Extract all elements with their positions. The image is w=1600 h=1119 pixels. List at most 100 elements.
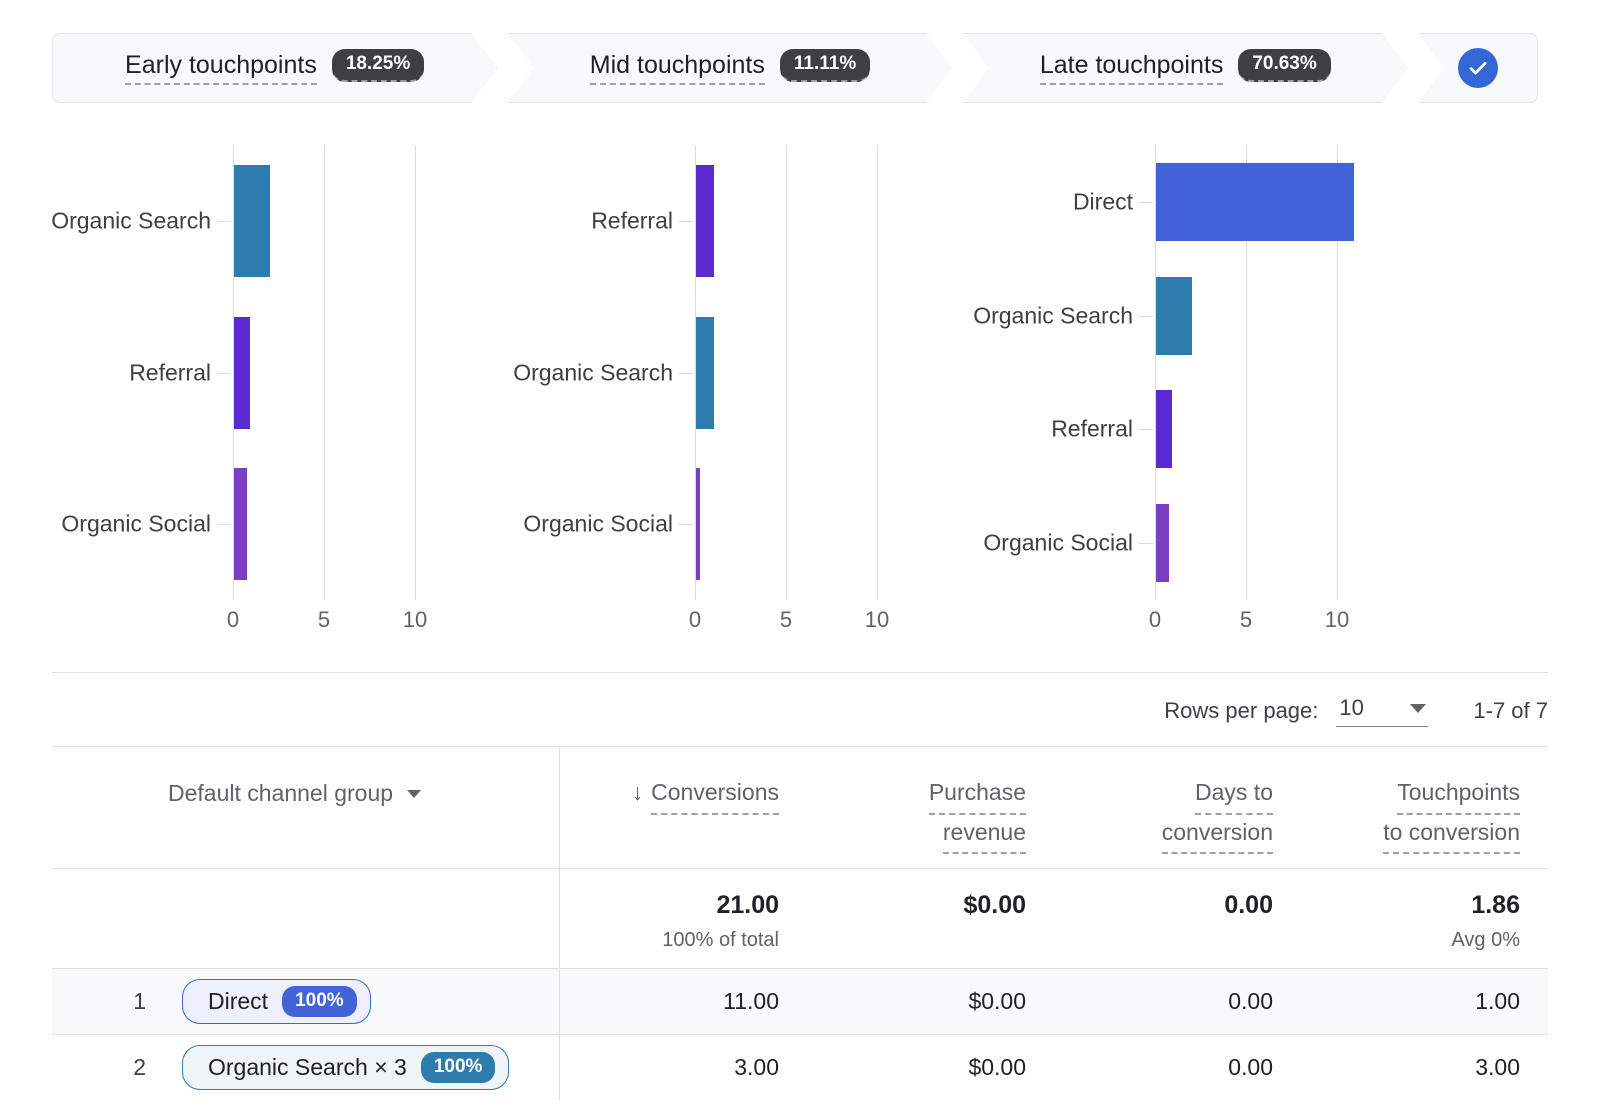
x-axis-tick-label: 5 [779,607,793,632]
funnel-segment-late[interactable]: Late touchpoints 70.63% [963,33,1408,103]
column-header-label: Days to [1195,775,1273,815]
totals-value: 21.00 [716,891,779,919]
row-rank: 1 [133,988,146,1014]
rows-per-page-select[interactable]: 10 [1336,695,1429,727]
totals-days-to-conversion-cell: 0.00 [1054,869,1301,968]
funnel-segment-label: Early touchpoints [125,51,317,85]
y-axis-tick [679,372,693,374]
dimension-selector-label: Default channel group [168,780,394,806]
chart-bar[interactable] [1156,390,1173,469]
pagination-controls: Rows per page: 10 1-7 of 7 [1164,695,1548,727]
funnel-segment-percent: 18.25% [332,49,424,82]
chart-early-touchpoints: 0 5 10 Organic Search Referral Organic Social [38,120,498,660]
y-axis-category-label: Referral [591,207,673,234]
dimension-header-cell: Default channel group [52,747,560,868]
column-header-label: Touchpoints [1397,775,1520,815]
chart-bar-row: Organic Search [513,316,917,429]
table-header-row: Default channel group ↓ Conversions Purch… [52,746,1548,868]
row-purchase-revenue-cell: $0.00 [968,988,1026,1014]
x-axis-tick-label: 5 [317,607,331,632]
funnel-conversion-endcap[interactable] [1417,33,1538,103]
sort-descending-icon: ↓ [631,779,644,805]
chip-label: Direct [208,988,269,1014]
y-axis-tick [217,372,231,374]
touchpoint-funnel-header: Early touchpoints 18.25% Mid touchpoints… [52,33,1548,103]
totals-dimension-cell [52,869,560,968]
chevron-down-icon [1410,703,1427,713]
chart-bar[interactable] [234,316,251,429]
chart-bar[interactable] [1156,504,1169,583]
chart-bar[interactable] [696,316,715,429]
totals-conversions-cell: 21.00 100% of total [560,869,807,968]
y-axis-category-label: Organic Social [61,510,211,537]
channel-path-chip[interactable]: Direct 100% [182,979,371,1024]
y-axis-category-label: Referral [1051,415,1133,442]
column-header-label-2: conversion [1161,815,1273,855]
y-axis-tick [217,220,231,222]
row-conversions-cell: 11.00 [723,988,779,1014]
totals-subtext: Avg 0% [1451,929,1520,951]
x-axis-tick-label: 10 [864,607,890,632]
chart-bar[interactable] [696,164,715,277]
totals-subtext: 100% of total [662,929,779,951]
x-axis-tick-label: 0 [1148,607,1162,632]
funnel-segment-early[interactable]: Early touchpoints 18.25% [52,33,497,103]
conversion-paths-table: Default channel group ↓ Conversions Purch… [52,746,1548,1100]
rows-per-page-label: Rows per page: [1164,698,1319,723]
row-days-to-conversion-cell: 0.00 [1228,988,1273,1014]
funnel-segment-mid[interactable]: Mid touchpoints 11.11% [507,33,952,103]
chart-bar[interactable] [1156,276,1193,355]
chip-percent-badge: 100% [420,1052,496,1083]
row-dimension-cell: 1 Direct 100% [52,969,560,1034]
chart-bar-row: Referral [129,316,455,429]
x-axis-tick-label: 0 [226,607,240,632]
chip-label: Organic Search × 3 [208,1054,407,1080]
x-axis-tick-label: 0 [688,607,702,632]
x-axis-tick-label: 10 [1324,607,1350,632]
y-axis-category-label: Organic Social [523,510,673,537]
chip-percent-badge: 100% [282,986,357,1017]
table-totals-row: 21.00 100% of total $0.00 0.00 1.86 Avg … [52,868,1548,968]
column-header-label: Conversions [651,775,779,815]
y-axis-category-label: Referral [129,359,211,385]
dimension-selector[interactable]: Default channel group [168,780,422,807]
y-axis-tick [217,524,231,526]
funnel-segment-label: Mid touchpoints [590,51,765,85]
chart-bar[interactable] [1156,162,1355,241]
totals-value: 1.86 [1471,891,1520,919]
totals-touchpoints-to-conversion-cell: 1.86 Avg 0% [1301,869,1548,968]
row-conversions-cell: 3.00 [734,1054,779,1080]
y-axis-tick [1139,201,1153,203]
chart-bar-row: Referral [1051,390,1377,469]
column-header-touchpoints-to-conversion[interactable]: Touchpoints to conversion [1301,747,1548,868]
column-header-days-to-conversion[interactable]: Days to conversion [1054,747,1301,868]
chart-bar-row: Organic Social [523,468,917,581]
chevron-down-icon [407,789,422,798]
column-header-purchase-revenue[interactable]: Purchase revenue [807,747,1054,868]
chart-late-touchpoints: 0 5 10 Direct Organic Search Referral Organic … [960,120,1420,660]
y-axis-tick [679,524,693,526]
chart-bar[interactable] [234,164,271,277]
column-header-label: Purchase [928,775,1026,815]
funnel-segment-percent: 11.11% [780,49,870,82]
column-header-label-2: to conversion [1383,815,1520,855]
chart-mid-touchpoints: 0 5 10 Referral Organic Search Organic Social [500,120,960,660]
column-header-label-2: revenue [942,815,1026,855]
y-axis-category-label: Organic Search [973,302,1133,329]
y-axis-tick [1139,315,1153,317]
row-purchase-revenue-cell: $0.00 [968,1054,1026,1080]
pagination-range: 1-7 of 7 [1473,698,1548,723]
check-circle-icon [1457,48,1498,88]
row-touchpoints-to-conversion-cell: 3.00 [1475,1054,1520,1080]
totals-value: $0.00 [963,891,1026,919]
y-axis-category-label: Organic Search [51,207,211,234]
table-row[interactable]: 2 Organic Search × 3 100% 3.00 $0.00 0.0… [52,1034,1548,1100]
y-axis-category-label: Direct [1072,188,1133,215]
funnel-segment-percent: 70.63% [1238,49,1330,82]
chart-bar[interactable] [696,468,700,581]
column-header-conversions[interactable]: ↓ Conversions [560,747,807,868]
table-row[interactable]: 1 Direct 100% 11.00 $0.00 0.00 1.00 [52,968,1548,1034]
chart-bar[interactable] [234,468,247,581]
touchpoint-bar-charts: 0 5 10 Organic Search Referral Organic Social… [0,120,1600,660]
channel-path-chip[interactable]: Organic Search × 3 100% [182,1045,510,1090]
